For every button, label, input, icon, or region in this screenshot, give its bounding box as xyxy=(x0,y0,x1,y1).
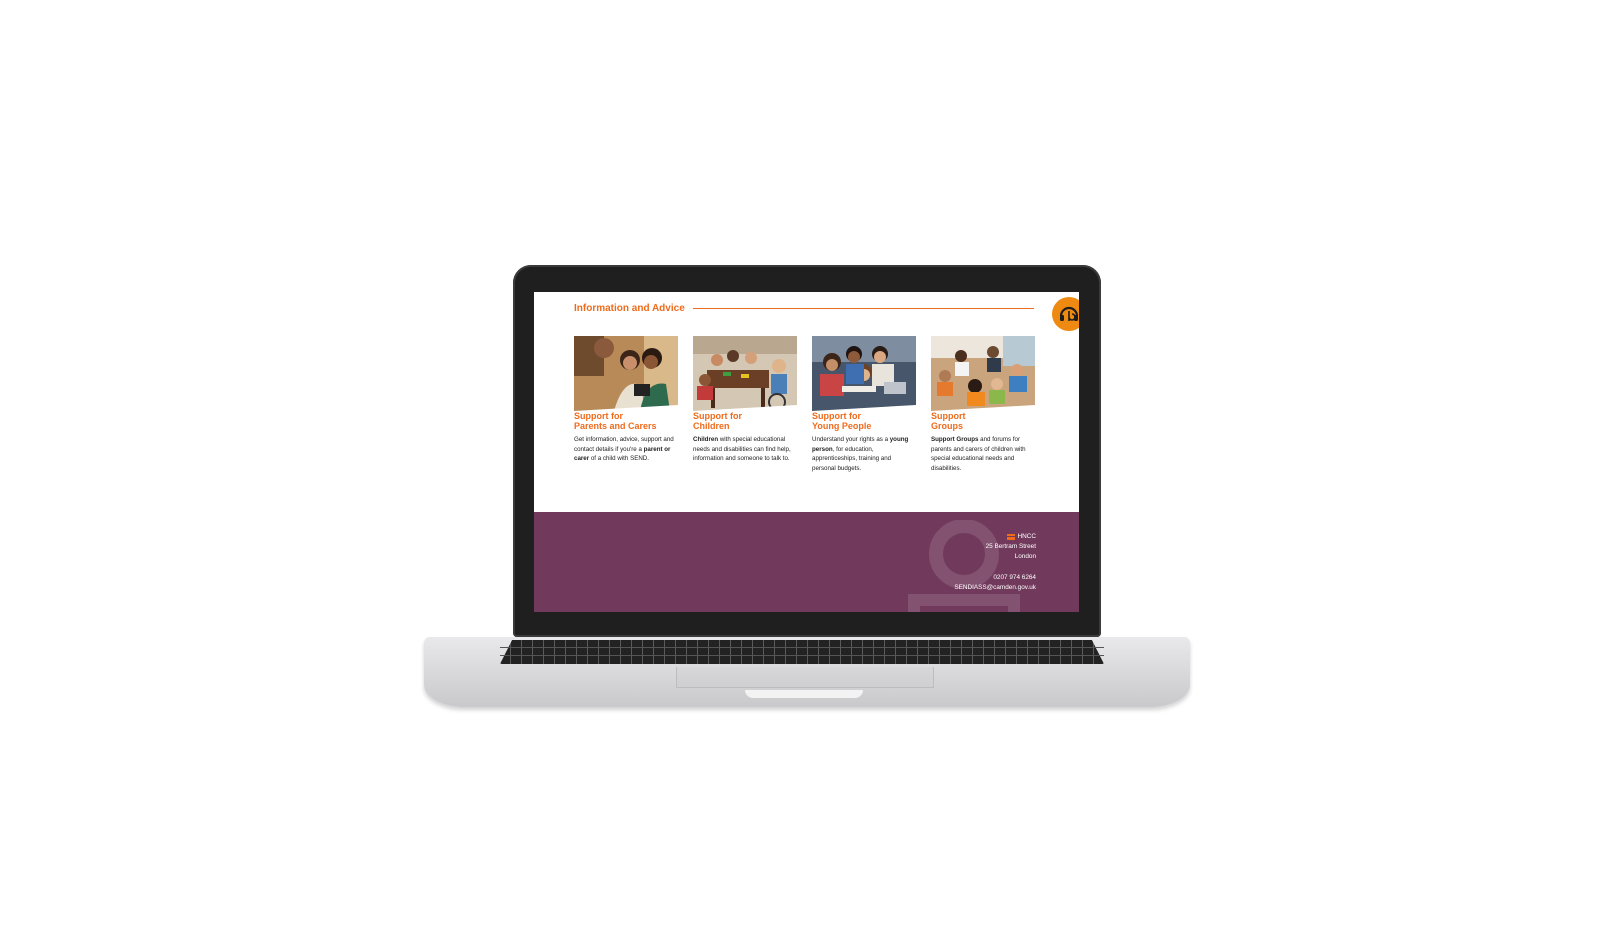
card-parents-and-carers[interactable]: Support for Parents and Carers Get infor… xyxy=(574,336,678,473)
org-line: HNCC xyxy=(954,532,1036,542)
card-title-line: Support for xyxy=(812,411,861,421)
laptop-keyboard xyxy=(500,640,1104,664)
address-line: London xyxy=(1014,553,1036,560)
card-title-line: Support xyxy=(931,411,966,421)
children-at-table-photo[interactable] xyxy=(693,336,797,411)
laptop-notch xyxy=(745,690,863,698)
card-title[interactable]: Support Groups xyxy=(931,411,1035,431)
card-description: Support Groups and forums for parents an… xyxy=(931,435,1035,473)
hncc-logo-icon xyxy=(1006,534,1015,540)
card-title-line: Parents and Carers xyxy=(574,421,657,431)
email-link[interactable]: SENDIASS@camden.gov.uk xyxy=(954,583,1036,593)
org-name: HNCC xyxy=(1017,533,1036,540)
section-header: Information and Advice xyxy=(574,300,1034,316)
card-title-line: Young People xyxy=(812,421,872,431)
support-group-photo[interactable] xyxy=(931,336,1035,411)
card-description: Get information, advice, support and con… xyxy=(574,435,678,464)
card-desc-text: of a child with SEND. xyxy=(589,455,649,463)
card-desc-emphasis: Support Groups xyxy=(931,436,979,443)
section-divider xyxy=(692,307,1034,309)
keyboard-row-divider xyxy=(500,655,1104,656)
young-people-laptop-photo[interactable] xyxy=(812,336,916,411)
card-desc-text: Understand your rights as a xyxy=(812,436,890,443)
card-title[interactable]: Support for Parents and Carers xyxy=(574,411,678,431)
section-title: Information and Advice xyxy=(574,302,685,314)
card-support-groups[interactable]: Support Groups Support Groups and forums… xyxy=(931,336,1035,473)
card-title-line: Groups xyxy=(931,421,964,431)
card-title-line: Children xyxy=(693,421,730,431)
headphones-accessibility-icon[interactable] xyxy=(1052,297,1079,331)
phone-number[interactable]: 0207 974 6264 xyxy=(954,573,1036,583)
card-title-line: Support for xyxy=(693,411,742,421)
site-footer: HNCC 25 Bertram Street London 0207 974 6… xyxy=(534,512,1079,612)
parent-and-child-photo[interactable] xyxy=(574,336,678,411)
card-children[interactable]: Support for Children Children with speci… xyxy=(693,336,797,473)
address-line: 25 Bertram Street xyxy=(985,543,1036,550)
card-description: Children with special educational needs … xyxy=(693,435,797,464)
card-title[interactable]: Support for Children xyxy=(693,411,797,431)
card-title[interactable]: Support for Young People xyxy=(812,411,916,431)
card-title-line: Support for xyxy=(574,411,623,421)
card-desc-emphasis: Children xyxy=(693,436,719,443)
contact-details: HNCC 25 Bertram Street London 0207 974 6… xyxy=(954,532,1036,593)
card-young-people[interactable]: Support for Young People Understand your… xyxy=(812,336,916,473)
card-description: Understand your rights as a young person… xyxy=(812,435,916,473)
info-cards: Support for Parents and Carers Get infor… xyxy=(574,336,1035,473)
laptop-touchpad xyxy=(676,667,934,688)
keyboard-row-divider xyxy=(500,647,1104,648)
laptop-screen: Information and Advice Support for Paren… xyxy=(534,292,1079,612)
